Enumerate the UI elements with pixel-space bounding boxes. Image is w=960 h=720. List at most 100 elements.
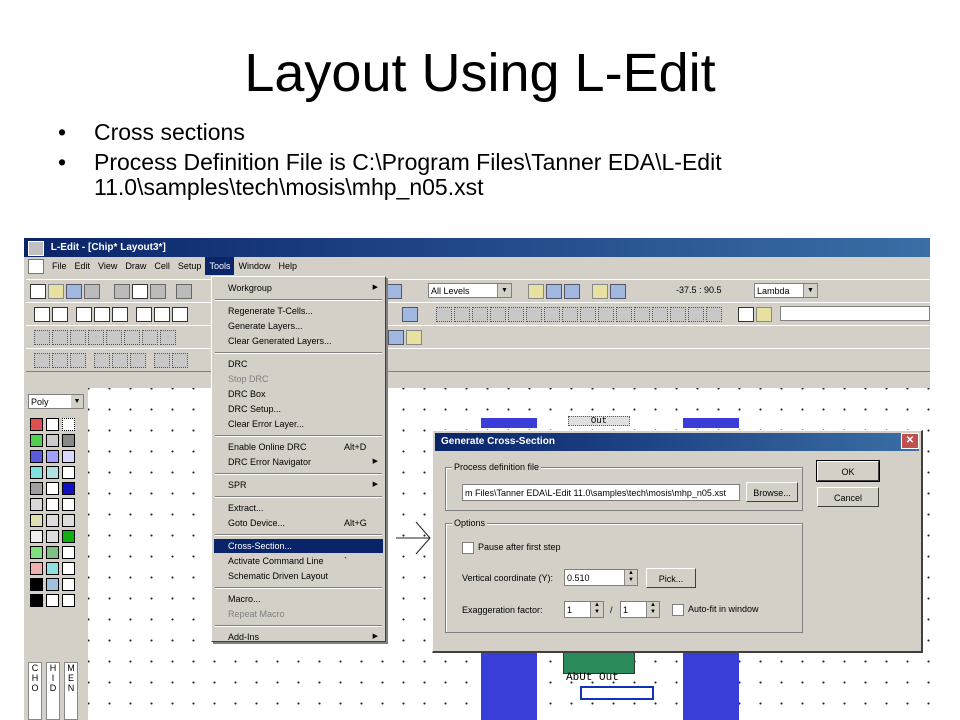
menu-item-extract[interactable]: Extract...: [214, 501, 383, 515]
layer-swatch[interactable]: [62, 530, 75, 543]
flip-icon[interactable]: [490, 307, 506, 322]
menu-item-drc-error-navigator[interactable]: DRC Error Navigator ▶: [214, 455, 383, 469]
ruler-icon[interactable]: [592, 284, 608, 299]
hierarchy-icon[interactable]: [564, 284, 580, 299]
layer-swatch[interactable]: [30, 450, 43, 463]
layer-swatch[interactable]: [46, 562, 59, 575]
zoom-icon[interactable]: [386, 284, 402, 299]
select-arrow-icon[interactable]: [34, 307, 50, 322]
cut-icon[interactable]: [114, 284, 130, 299]
layer-swatch[interactable]: [46, 418, 59, 431]
highlight-icon[interactable]: [756, 307, 772, 322]
wire-tool-icon[interactable]: [136, 307, 152, 322]
polygon-tool-icon[interactable]: [76, 307, 92, 322]
metal-block[interactable]: [481, 418, 537, 428]
drc-icon[interactable]: [388, 330, 404, 345]
menu-item-spr[interactable]: SPR ▶: [214, 478, 383, 492]
layer-swatch[interactable]: [62, 450, 75, 463]
menu-item-activate-command-line[interactable]: Activate Command Line `: [214, 554, 383, 568]
menu-item-clear-generated-layers[interactable]: Clear Generated Layers...: [214, 334, 383, 348]
menu-item-drc-setup[interactable]: DRC Setup...: [214, 402, 383, 416]
pick-button[interactable]: Pick...: [646, 568, 696, 588]
target-icon[interactable]: [106, 330, 122, 345]
ok-button[interactable]: OK: [816, 460, 880, 482]
exaggeration-denominator[interactable]: 1 ▲ ▼: [620, 601, 660, 618]
chain-icon[interactable]: [112, 353, 128, 368]
menu-item-repeat-macro[interactable]: Repeat Macro: [214, 607, 383, 621]
undo-icon[interactable]: [176, 284, 192, 299]
crosshair-icon[interactable]: [738, 307, 754, 322]
menu-item-clear-error-layer[interactable]: Clear Error Layer...: [214, 417, 383, 431]
save-icon[interactable]: [66, 284, 82, 299]
menu-file[interactable]: File: [48, 257, 71, 275]
extract-icon[interactable]: [406, 330, 422, 345]
layer-swatch[interactable]: [30, 498, 43, 511]
layer-select[interactable]: Poly ▼: [28, 394, 84, 409]
layer-swatch[interactable]: [46, 530, 59, 543]
spinner-icon[interactable]: ▲ ▼: [590, 602, 603, 617]
cell-icon[interactable]: [546, 284, 562, 299]
layer-swatch[interactable]: [62, 498, 75, 511]
triangle-tool-icon[interactable]: [94, 307, 110, 322]
new-file-icon[interactable]: [30, 284, 46, 299]
palette-tab[interactable]: C H O: [28, 662, 42, 720]
menu-item-regenerate-t-cells[interactable]: Regenerate T-Cells...: [214, 304, 383, 318]
group-icon[interactable]: [544, 307, 560, 322]
exaggeration-numerator[interactable]: 1 ▲ ▼: [564, 601, 604, 618]
layer-swatch[interactable]: [30, 578, 43, 591]
close-icon[interactable]: ✕: [901, 433, 919, 449]
autofit-checkbox[interactable]: [672, 604, 684, 616]
menu-draw[interactable]: Draw: [121, 257, 150, 275]
fit-icon[interactable]: [70, 353, 86, 368]
menu-item-macro[interactable]: Macro...: [214, 592, 383, 606]
window-titlebar[interactable]: L-Edit - [Chip* Layout3*]: [24, 238, 930, 257]
mirror-icon[interactable]: [154, 353, 170, 368]
menu-item-add-ins[interactable]: Add-Ins ▶: [214, 630, 383, 644]
menu-edit[interactable]: Edit: [71, 257, 95, 275]
units-select[interactable]: Lambda ▼: [754, 283, 818, 298]
menu-setup[interactable]: Setup: [174, 257, 206, 275]
menu-item-schematic-driven-layout[interactable]: Schematic Driven Layout: [214, 569, 383, 583]
nibble-icon[interactable]: [616, 307, 632, 322]
menu-cell[interactable]: Cell: [150, 257, 174, 275]
pause-checkbox[interactable]: [462, 542, 474, 554]
vertical-coordinate-input[interactable]: 0.510 ▲ ▼: [564, 569, 638, 586]
layer-swatch[interactable]: [62, 562, 75, 575]
layer-swatch[interactable]: [30, 594, 43, 607]
layer-swatch[interactable]: [30, 434, 43, 447]
grid-icon[interactable]: [688, 307, 704, 322]
metal-block[interactable]: [481, 650, 537, 720]
layer-swatch[interactable]: [62, 418, 75, 431]
slice-icon[interactable]: [598, 307, 614, 322]
menu-item-generate-layers[interactable]: Generate Layers...: [214, 319, 383, 333]
box-tool-icon[interactable]: [52, 307, 68, 322]
instance-icon[interactable]: [124, 330, 140, 345]
process-file-input[interactable]: m Files\Tanner EDA\L-Edit 11.0\samples\t…: [462, 484, 740, 501]
tree-icon[interactable]: [130, 353, 146, 368]
open-folder-icon[interactable]: [48, 284, 64, 299]
paste-icon[interactable]: [150, 284, 166, 299]
menu-window[interactable]: Window: [234, 257, 274, 275]
layer-swatch[interactable]: [30, 482, 43, 495]
layer-swatch[interactable]: [30, 418, 43, 431]
document-icon[interactable]: [28, 258, 44, 274]
dialog-titlebar[interactable]: Generate Cross-Section: [435, 433, 919, 451]
resize-icon[interactable]: [52, 330, 68, 345]
array-icon[interactable]: [142, 330, 158, 345]
layer-swatch[interactable]: [62, 594, 75, 607]
circle-icon[interactable]: [88, 330, 104, 345]
menu-item-stop-drc[interactable]: Stop DRC: [214, 372, 383, 386]
layer-swatch[interactable]: [46, 498, 59, 511]
pan-icon[interactable]: [94, 353, 110, 368]
layer-palette-icon[interactable]: [528, 284, 544, 299]
layer-swatch[interactable]: [62, 546, 75, 559]
eraser-icon[interactable]: [610, 284, 626, 299]
layer-swatch[interactable]: [30, 546, 43, 559]
layer-swatch[interactable]: [46, 434, 59, 447]
layer-swatch[interactable]: [46, 450, 59, 463]
layer-swatch[interactable]: [62, 578, 75, 591]
metal-block[interactable]: [683, 650, 739, 720]
layer-swatch[interactable]: [30, 514, 43, 527]
layer-swatch[interactable]: [30, 562, 43, 575]
rotate-icon[interactable]: [508, 307, 524, 322]
